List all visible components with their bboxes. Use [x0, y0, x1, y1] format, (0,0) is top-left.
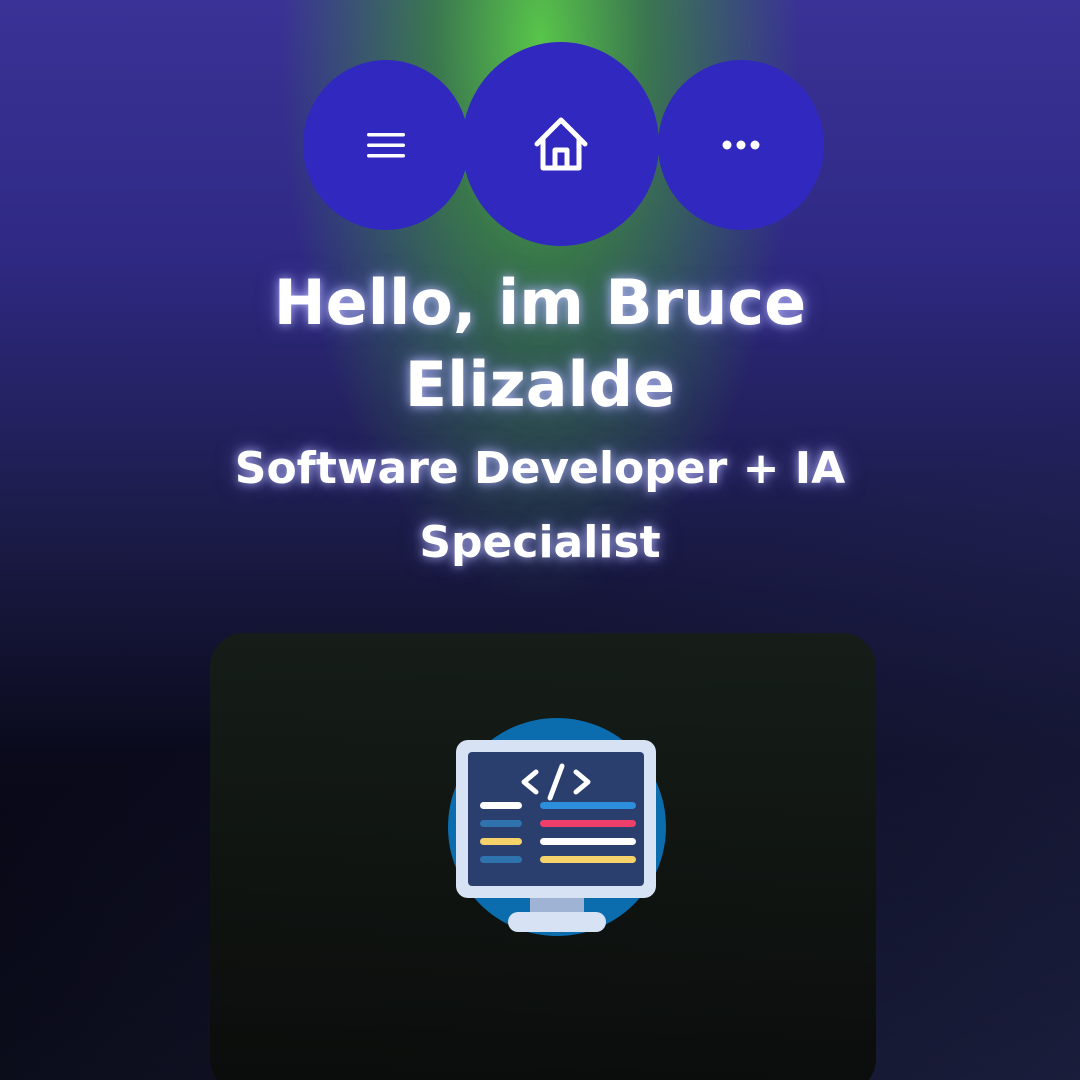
more-options-button[interactable]	[658, 60, 824, 230]
home-button[interactable]	[462, 42, 659, 246]
page-title: Hello, im Bruce Elizalde	[273, 266, 807, 421]
menu-button[interactable]	[303, 60, 469, 230]
top-navigation	[0, 0, 1080, 260]
home-icon	[534, 117, 587, 171]
menu-icon	[367, 133, 405, 158]
code-monitor-icon	[448, 718, 666, 936]
page-subtitle: Software Developer + IA Specialist	[234, 443, 846, 568]
more-icon	[722, 140, 760, 150]
